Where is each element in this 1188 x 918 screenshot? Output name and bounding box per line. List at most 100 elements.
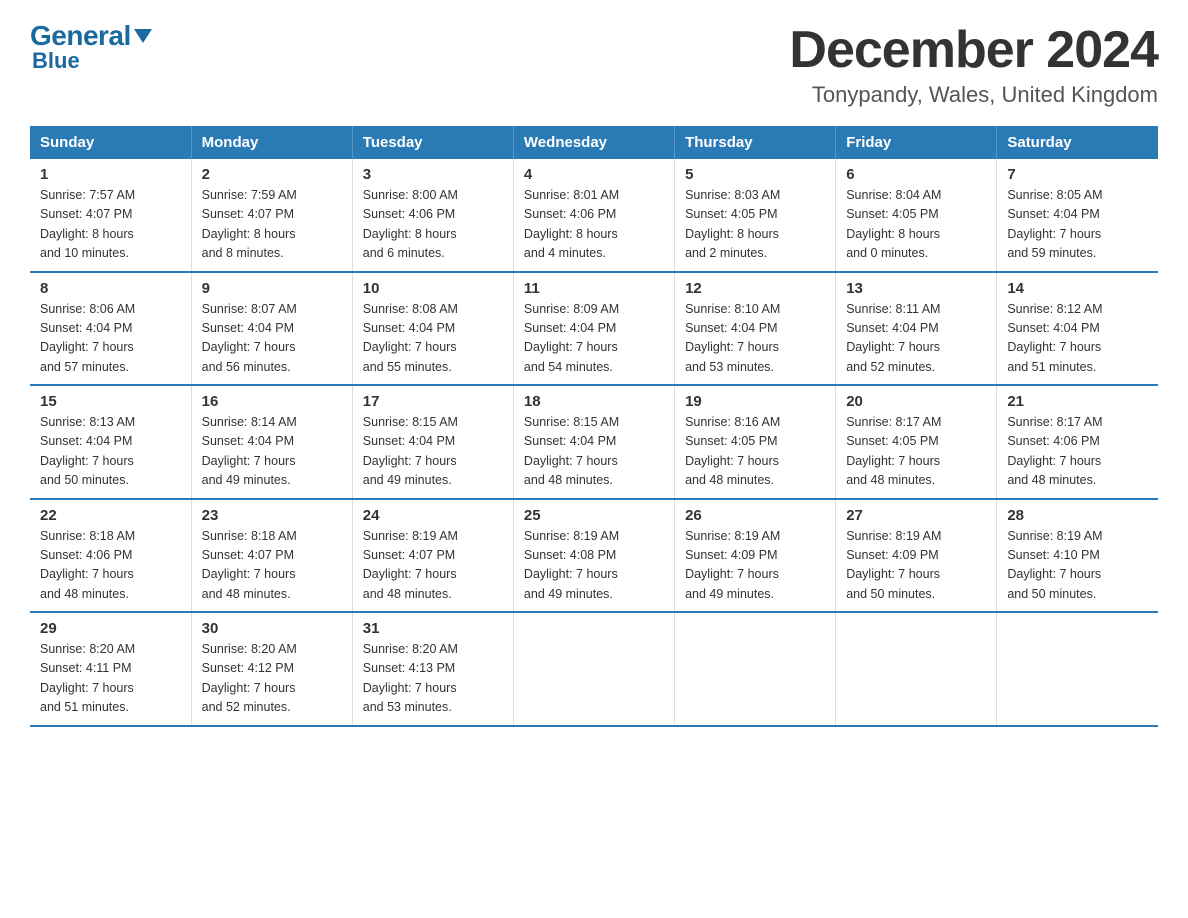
day-number: 3 bbox=[363, 166, 503, 183]
calendar-cell: 10 Sunrise: 8:08 AMSunset: 4:04 PMDayligh… bbox=[352, 272, 513, 386]
day-number: 1 bbox=[40, 166, 181, 183]
day-info: Sunrise: 8:10 AMSunset: 4:04 PMDaylight:… bbox=[685, 300, 825, 378]
day-number: 19 bbox=[685, 393, 825, 410]
day-number: 14 bbox=[1007, 280, 1148, 297]
day-number: 5 bbox=[685, 166, 825, 183]
logo: General Blue bbox=[30, 20, 152, 74]
calendar-cell: 12Sunrise: 8:10 AMSunset: 4:04 PMDayligh… bbox=[675, 272, 836, 386]
day-info: Sunrise: 8:00 AMSunset: 4:06 PMDaylight:… bbox=[363, 186, 503, 264]
calendar-cell: 20 Sunrise: 8:17 AMSunset: 4:05 PMDayligh… bbox=[836, 385, 997, 499]
calendar-cell: 16 Sunrise: 8:14 AMSunset: 4:04 PMDayligh… bbox=[191, 385, 352, 499]
calendar-table: SundayMondayTuesdayWednesdayThursdayFrid… bbox=[30, 126, 1158, 727]
calendar-cell: 22 Sunrise: 8:18 AMSunset: 4:06 PMDayligh… bbox=[30, 499, 191, 613]
calendar-week-row: 1 Sunrise: 7:57 AMSunset: 4:07 PMDaylight… bbox=[30, 159, 1158, 272]
calendar-cell: 17Sunrise: 8:15 AMSunset: 4:04 PMDayligh… bbox=[352, 385, 513, 499]
calendar-cell: 2 Sunrise: 7:59 AMSunset: 4:07 PMDaylight… bbox=[191, 159, 352, 272]
calendar-body: 1 Sunrise: 7:57 AMSunset: 4:07 PMDaylight… bbox=[30, 159, 1158, 726]
logo-triangle-icon bbox=[134, 29, 152, 43]
day-info: Sunrise: 8:19 AMSunset: 4:10 PMDaylight:… bbox=[1007, 527, 1148, 605]
weekday-header-saturday: Saturday bbox=[997, 126, 1158, 159]
day-info: Sunrise: 8:19 AMSunset: 4:08 PMDaylight:… bbox=[524, 527, 664, 605]
day-number: 4 bbox=[524, 166, 664, 183]
day-info: Sunrise: 8:01 AMSunset: 4:06 PMDaylight:… bbox=[524, 186, 664, 264]
day-info: Sunrise: 7:57 AMSunset: 4:07 PMDaylight:… bbox=[40, 186, 181, 264]
day-number: 30 bbox=[202, 620, 342, 637]
day-info: Sunrise: 8:03 AMSunset: 4:05 PMDaylight:… bbox=[685, 186, 825, 264]
calendar-cell: 21 Sunrise: 8:17 AMSunset: 4:06 PMDayligh… bbox=[997, 385, 1158, 499]
calendar-cell: 3 Sunrise: 8:00 AMSunset: 4:06 PMDaylight… bbox=[352, 159, 513, 272]
day-info: Sunrise: 8:17 AMSunset: 4:06 PMDaylight:… bbox=[1007, 413, 1148, 491]
day-number: 22 bbox=[40, 507, 181, 524]
day-number: 21 bbox=[1007, 393, 1148, 410]
day-info: Sunrise: 8:15 AMSunset: 4:04 PMDaylight:… bbox=[524, 413, 664, 491]
calendar-cell: 19Sunrise: 8:16 AMSunset: 4:05 PMDayligh… bbox=[675, 385, 836, 499]
calendar-cell: 31 Sunrise: 8:20 AMSunset: 4:13 PMDayligh… bbox=[352, 612, 513, 726]
day-number: 10 bbox=[363, 280, 503, 297]
calendar-cell: 28 Sunrise: 8:19 AMSunset: 4:10 PMDayligh… bbox=[997, 499, 1158, 613]
weekday-header-thursday: Thursday bbox=[675, 126, 836, 159]
day-number: 29 bbox=[40, 620, 181, 637]
day-info: Sunrise: 8:18 AMSunset: 4:06 PMDaylight:… bbox=[40, 527, 181, 605]
day-number: 24 bbox=[363, 507, 503, 524]
calendar-week-row: 15Sunrise: 8:13 AMSunset: 4:04 PMDayligh… bbox=[30, 385, 1158, 499]
day-number: 31 bbox=[363, 620, 503, 637]
day-number: 18 bbox=[524, 393, 664, 410]
calendar-cell bbox=[675, 612, 836, 726]
calendar-cell: 14Sunrise: 8:12 AMSunset: 4:04 PMDayligh… bbox=[997, 272, 1158, 386]
weekday-header-wednesday: Wednesday bbox=[513, 126, 674, 159]
day-info: Sunrise: 8:19 AMSunset: 4:09 PMDaylight:… bbox=[685, 527, 825, 605]
calendar-cell: 9 Sunrise: 8:07 AMSunset: 4:04 PMDaylight… bbox=[191, 272, 352, 386]
weekday-header-sunday: Sunday bbox=[30, 126, 191, 159]
calendar-cell: 27 Sunrise: 8:19 AMSunset: 4:09 PMDayligh… bbox=[836, 499, 997, 613]
day-number: 13 bbox=[846, 280, 986, 297]
calendar-week-row: 22 Sunrise: 8:18 AMSunset: 4:06 PMDayligh… bbox=[30, 499, 1158, 613]
day-info: Sunrise: 8:07 AMSunset: 4:04 PMDaylight:… bbox=[202, 300, 342, 378]
day-info: Sunrise: 7:59 AMSunset: 4:07 PMDaylight:… bbox=[202, 186, 342, 264]
weekday-header-friday: Friday bbox=[836, 126, 997, 159]
weekday-header-monday: Monday bbox=[191, 126, 352, 159]
day-number: 11 bbox=[524, 280, 664, 297]
day-number: 27 bbox=[846, 507, 986, 524]
title-block: December 2024 Tonypandy, Wales, United K… bbox=[789, 20, 1158, 108]
calendar-header: SundayMondayTuesdayWednesdayThursdayFrid… bbox=[30, 126, 1158, 159]
day-number: 16 bbox=[202, 393, 342, 410]
calendar-cell: 15Sunrise: 8:13 AMSunset: 4:04 PMDayligh… bbox=[30, 385, 191, 499]
calendar-cell bbox=[836, 612, 997, 726]
day-info: Sunrise: 8:08 AMSunset: 4:04 PMDaylight:… bbox=[363, 300, 503, 378]
day-number: 9 bbox=[202, 280, 342, 297]
day-info: Sunrise: 8:19 AMSunset: 4:07 PMDaylight:… bbox=[363, 527, 503, 605]
calendar-cell: 26Sunrise: 8:19 AMSunset: 4:09 PMDayligh… bbox=[675, 499, 836, 613]
weekday-header-tuesday: Tuesday bbox=[352, 126, 513, 159]
day-info: Sunrise: 8:11 AMSunset: 4:04 PMDaylight:… bbox=[846, 300, 986, 378]
weekday-header-row: SundayMondayTuesdayWednesdayThursdayFrid… bbox=[30, 126, 1158, 159]
calendar-cell: 8 Sunrise: 8:06 AMSunset: 4:04 PMDaylight… bbox=[30, 272, 191, 386]
calendar-cell bbox=[513, 612, 674, 726]
day-number: 8 bbox=[40, 280, 181, 297]
day-info: Sunrise: 8:18 AMSunset: 4:07 PMDaylight:… bbox=[202, 527, 342, 605]
day-info: Sunrise: 8:13 AMSunset: 4:04 PMDaylight:… bbox=[40, 413, 181, 491]
day-info: Sunrise: 8:20 AMSunset: 4:12 PMDaylight:… bbox=[202, 640, 342, 718]
day-info: Sunrise: 8:20 AMSunset: 4:13 PMDaylight:… bbox=[363, 640, 503, 718]
calendar-cell: 13 Sunrise: 8:11 AMSunset: 4:04 PMDayligh… bbox=[836, 272, 997, 386]
calendar-cell: 7Sunrise: 8:05 AMSunset: 4:04 PMDaylight… bbox=[997, 159, 1158, 272]
calendar-cell: 29Sunrise: 8:20 AMSunset: 4:11 PMDayligh… bbox=[30, 612, 191, 726]
day-info: Sunrise: 8:06 AMSunset: 4:04 PMDaylight:… bbox=[40, 300, 181, 378]
calendar-week-row: 29Sunrise: 8:20 AMSunset: 4:11 PMDayligh… bbox=[30, 612, 1158, 726]
day-info: Sunrise: 8:19 AMSunset: 4:09 PMDaylight:… bbox=[846, 527, 986, 605]
calendar-cell bbox=[997, 612, 1158, 726]
day-number: 6 bbox=[846, 166, 986, 183]
day-number: 28 bbox=[1007, 507, 1148, 524]
day-number: 20 bbox=[846, 393, 986, 410]
calendar-cell: 1 Sunrise: 7:57 AMSunset: 4:07 PMDaylight… bbox=[30, 159, 191, 272]
day-info: Sunrise: 8:17 AMSunset: 4:05 PMDaylight:… bbox=[846, 413, 986, 491]
day-number: 2 bbox=[202, 166, 342, 183]
calendar-week-row: 8 Sunrise: 8:06 AMSunset: 4:04 PMDaylight… bbox=[30, 272, 1158, 386]
day-number: 23 bbox=[202, 507, 342, 524]
calendar-cell: 30 Sunrise: 8:20 AMSunset: 4:12 PMDayligh… bbox=[191, 612, 352, 726]
day-number: 7 bbox=[1007, 166, 1148, 183]
day-info: Sunrise: 8:14 AMSunset: 4:04 PMDaylight:… bbox=[202, 413, 342, 491]
calendar-cell: 5 Sunrise: 8:03 AMSunset: 4:05 PMDaylight… bbox=[675, 159, 836, 272]
day-info: Sunrise: 8:15 AMSunset: 4:04 PMDaylight:… bbox=[363, 413, 503, 491]
day-number: 25 bbox=[524, 507, 664, 524]
day-info: Sunrise: 8:04 AMSunset: 4:05 PMDaylight:… bbox=[846, 186, 986, 264]
